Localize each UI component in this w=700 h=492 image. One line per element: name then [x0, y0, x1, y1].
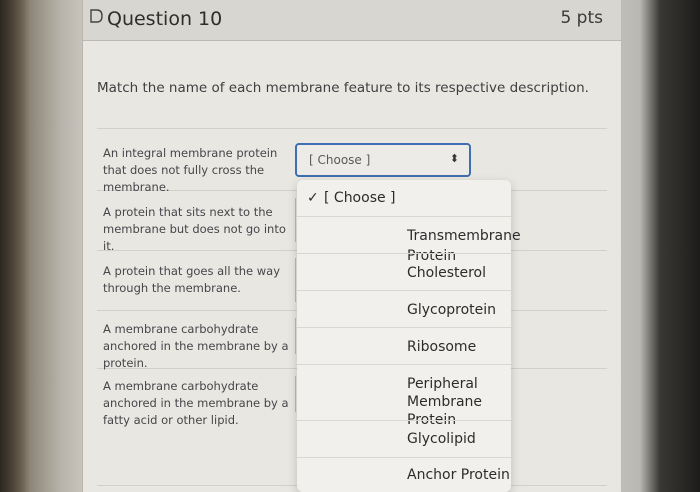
match-description: A membrane carbohydrate anchored in the … [103, 379, 289, 427]
dropdown-option[interactable]: ✓ [ Choose ] [297, 188, 511, 218]
option-divider [297, 253, 511, 254]
dropdown-menu[interactable]: ✓ [ Choose ] Transmembrane Protein Chole… [297, 180, 521, 492]
dropdown-option[interactable]: Ribosome [297, 337, 511, 367]
match-description: A protein that sits next to the membrane… [103, 205, 286, 253]
option-divider [297, 420, 511, 421]
match-description: A membrane carbohydrate anchored in the … [103, 322, 289, 370]
question-prompt: Match the name of each membrane feature … [97, 80, 589, 96]
question-panel: Question 10 5 pts Match the name of each… [82, 0, 622, 492]
checkmark-icon: ✓ [307, 190, 319, 206]
match-select[interactable] [295, 318, 296, 354]
dropdown-option[interactable]: Peripheral Membrane Protein [297, 375, 511, 428]
option-divider [297, 216, 511, 217]
match-select[interactable] [295, 198, 296, 242]
option-divider [297, 364, 511, 365]
match-description: An integral membrane protein that does n… [103, 146, 278, 194]
up-down-chevron-icon: ⬍ [449, 152, 459, 165]
question-header: Question 10 5 pts [83, 0, 621, 41]
dropdown-option[interactable]: Transmembrane Protein [297, 226, 521, 264]
question-title: Question 10 [107, 8, 223, 30]
match-select[interactable] [295, 376, 296, 412]
question-points: 5 pts [560, 8, 603, 28]
option-divider [297, 290, 511, 291]
dropdown-option[interactable]: Cholesterol [297, 263, 511, 293]
match-select-1[interactable]: [ Choose ] ⬍ [295, 143, 471, 177]
dropdown-option[interactable]: Glycolipid [297, 429, 511, 459]
row-divider [97, 128, 607, 129]
option-divider [297, 327, 511, 328]
match-description: A protein that goes all the way through … [103, 264, 281, 295]
select-value: [ Choose ] [309, 153, 371, 167]
option-divider [297, 457, 511, 458]
flag-question-icon[interactable] [89, 9, 103, 23]
match-select[interactable] [295, 258, 296, 302]
dropdown-option[interactable]: Anchor Protein [297, 465, 511, 491]
dropdown-option[interactable]: Glycoprotein [297, 300, 511, 330]
